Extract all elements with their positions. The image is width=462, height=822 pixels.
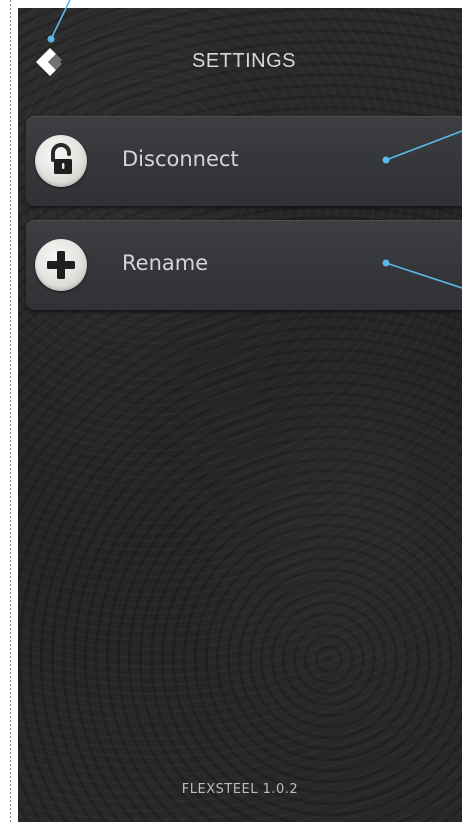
unlock-icon xyxy=(35,135,87,187)
header: SETTINGS xyxy=(18,8,462,113)
plus-icon xyxy=(35,239,87,291)
page: SETTINGS Disconnect Rename FLEXSTEEL 1.0… xyxy=(0,0,462,822)
disconnect-label: Disconnect xyxy=(122,147,239,171)
rename-label: Rename xyxy=(122,251,209,275)
disconnect-button[interactable]: Disconnect xyxy=(26,116,462,206)
left-margin-rule xyxy=(0,0,18,822)
version-label: FLEXSTEEL 1.0.2 xyxy=(181,782,299,797)
app-screen: SETTINGS Disconnect Rename FLEXSTEEL 1.0… xyxy=(18,8,462,822)
dotted-divider xyxy=(10,0,11,822)
page-title: SETTINGS xyxy=(191,50,296,72)
rename-button[interactable]: Rename xyxy=(26,220,462,310)
